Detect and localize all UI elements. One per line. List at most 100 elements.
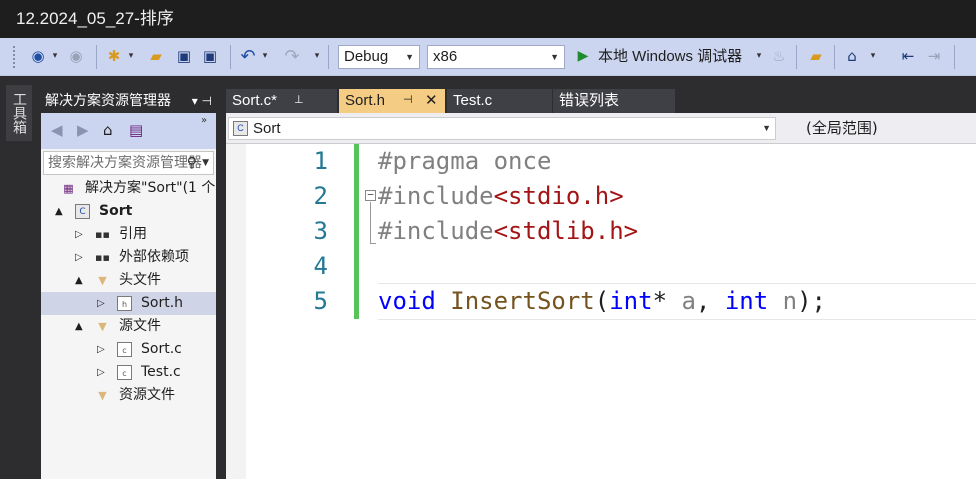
code-token: <stdlib.h> xyxy=(493,217,639,245)
code-token: * xyxy=(652,287,682,315)
code-token: <stdio.h> xyxy=(493,182,624,210)
code-token: #include xyxy=(378,182,494,210)
pin-icon[interactable]: ⊥ xyxy=(294,89,304,112)
solution-explorer-header: 解决方案资源管理器 ▾ ⊣ xyxy=(41,89,216,113)
platform-select[interactable]: x86 ▼ xyxy=(427,45,565,69)
chevron-down-icon: ▼ xyxy=(762,123,771,133)
tree-item-label: Sort.h xyxy=(141,295,184,311)
editor-margin xyxy=(226,144,246,479)
close-icon[interactable]: ✕ xyxy=(425,89,438,112)
toolbar-grip[interactable] xyxy=(12,45,17,69)
expand-arrow-icon[interactable]: ▷ xyxy=(75,246,83,269)
expand-arrow-icon[interactable]: ▷ xyxy=(97,361,105,384)
collapse-arrow-icon[interactable]: ▲ xyxy=(55,200,63,223)
undo-icon[interactable]: ↶ xyxy=(238,46,258,67)
pin-icon[interactable]: ⊣ xyxy=(403,89,413,112)
folder-icon: ▼ xyxy=(98,389,107,402)
tab-label: Sort.h xyxy=(345,92,386,109)
pin-icon[interactable]: ▾ ⊣ xyxy=(192,89,212,113)
tree-item[interactable]: ▷ c Test.c xyxy=(41,361,216,384)
tab-test-c[interactable]: Test.c xyxy=(447,89,552,113)
code-editor[interactable]: − 1 #pragma once 2 #include<stdio.h> 3 #inclu… xyxy=(226,144,976,479)
tree-item[interactable]: ▷ h Sort.h xyxy=(41,292,216,315)
tab-error-list[interactable]: 错误列表 xyxy=(553,89,675,113)
solution-explorer-title: 解决方案资源管理器 xyxy=(45,93,171,109)
solution-icon: ▦ xyxy=(63,182,74,195)
project-icon: C xyxy=(233,121,248,136)
new-project-icon[interactable]: ✱ xyxy=(104,46,124,66)
toolbar-separator xyxy=(954,45,955,69)
code-line[interactable]: #pragma once xyxy=(378,144,551,179)
more-icon[interactable]: » xyxy=(201,115,207,126)
collapse-arrow-icon[interactable]: ▲ xyxy=(75,269,83,292)
panel-splitter[interactable] xyxy=(216,89,226,479)
switch-views-icon[interactable]: ▤ xyxy=(129,121,143,139)
forward-icon[interactable]: ◉ xyxy=(66,46,86,66)
tree-item-label: 外部依赖项 xyxy=(119,249,189,265)
folder-icon[interactable]: ▰ xyxy=(806,46,826,66)
platform-value: x86 xyxy=(433,48,458,65)
code-token: void xyxy=(378,287,436,315)
open-icon[interactable]: ▰ xyxy=(146,46,166,66)
home-icon[interactable]: ⌂ xyxy=(103,121,113,139)
folder-icon: ▼ xyxy=(98,320,107,333)
code-line[interactable]: #include<stdio.h> xyxy=(378,179,624,214)
tree-item-label: 解决方案"Sort"(1 个项目/共 1 个) xyxy=(85,180,216,196)
tab-label: Sort.c* xyxy=(232,92,278,109)
tab-sort-c[interactable]: Sort.c* ⊥ xyxy=(226,89,337,113)
back-dropdown-icon[interactable]: ▾ xyxy=(50,46,60,66)
save-all-icon[interactable]: ▣ xyxy=(200,46,220,66)
expand-arrow-icon[interactable]: ▷ xyxy=(75,223,83,246)
indent-icon[interactable]: ⇤ xyxy=(898,46,918,66)
tree-item[interactable]: ▲ ▼ 源文件 xyxy=(41,315,216,338)
global-scope-select[interactable]: (全局范围) xyxy=(806,117,878,140)
redo-dropdown-icon[interactable]: ▾ xyxy=(312,46,322,66)
toolbar-separator xyxy=(834,45,835,69)
tab-sort-h[interactable]: Sort.h ⊣ ✕ xyxy=(339,89,445,113)
configuration-select[interactable]: Debug ▼ xyxy=(338,45,420,69)
back-icon[interactable]: ◉ xyxy=(28,46,48,66)
scope-select[interactable]: C Sort ▼ xyxy=(228,117,776,140)
tab-label: 错误列表 xyxy=(559,92,620,109)
save-icon[interactable]: ▣ xyxy=(174,46,194,66)
new-dropdown-icon[interactable]: ▾ xyxy=(126,46,136,66)
folder-icon: ▼ xyxy=(98,274,107,287)
run-dropdown-icon[interactable]: ▾ xyxy=(754,46,764,66)
tree-item[interactable]: ▦ 解决方案"Sort"(1 个项目/共 1 个) xyxy=(41,177,216,200)
chevron-down-icon[interactable]: ▼ xyxy=(202,152,209,174)
window-title: 12.2024_05_27-排序 xyxy=(0,0,976,38)
start-debugger-button[interactable]: 本地 Windows 调试器 xyxy=(598,45,742,69)
outdent-icon[interactable]: ⇥ xyxy=(924,46,944,66)
search-icon[interactable]: ⚲ xyxy=(187,152,197,174)
code-token: ); xyxy=(797,287,826,315)
tree-item[interactable]: ▲ C Sort xyxy=(41,200,216,223)
window-icon[interactable]: ⌂ xyxy=(842,46,862,66)
collapse-arrow-icon[interactable]: ▲ xyxy=(75,315,83,338)
window-dropdown-icon[interactable]: ▾ xyxy=(868,46,878,66)
tree-item[interactable]: ▼ 资源文件 xyxy=(41,384,216,407)
toolbox-tab[interactable]: 工具箱 xyxy=(6,85,32,141)
tree-item[interactable]: ▲ ▼ 头文件 xyxy=(41,269,216,292)
solution-explorer-panel: ◀ ▶ ⌂ ▤ » 搜索解决方案资源管理器 ⚲ ▼ ▦ 解决方案"Sort"(1 … xyxy=(41,113,216,479)
collapse-icon[interactable]: − xyxy=(365,189,376,201)
tree-item[interactable]: ▷ c Sort.c xyxy=(41,338,216,361)
tree-item[interactable]: ▷ ▪▪ 引用 xyxy=(41,223,216,246)
undo-dropdown-icon[interactable]: ▾ xyxy=(260,46,270,66)
solution-search-input[interactable]: 搜索解决方案资源管理器 ⚲ ▼ xyxy=(43,151,214,175)
code-token: #pragma once xyxy=(378,147,552,175)
code-line[interactable]: void InsertSort(int* a, int n); xyxy=(378,284,826,319)
forward-icon[interactable]: ▶ xyxy=(77,121,89,139)
redo-icon[interactable]: ↷ xyxy=(282,46,302,67)
expand-arrow-icon[interactable]: ▷ xyxy=(97,338,105,361)
back-icon[interactable]: ◀ xyxy=(51,121,63,139)
tree-item[interactable]: ▷ ▪▪ 外部依赖项 xyxy=(41,246,216,269)
hot-reload-icon[interactable]: ♨ xyxy=(770,46,788,66)
expand-arrow-icon[interactable]: ▷ xyxy=(97,292,105,315)
play-icon[interactable]: ▶ xyxy=(574,46,592,66)
tree-item-label: Test.c xyxy=(141,364,181,380)
toolbar-separator xyxy=(230,45,231,69)
tree-item-label: 引用 xyxy=(119,226,147,242)
chevron-down-icon: ▼ xyxy=(550,52,559,62)
code-line[interactable]: #include<stdlib.h> xyxy=(378,214,638,249)
